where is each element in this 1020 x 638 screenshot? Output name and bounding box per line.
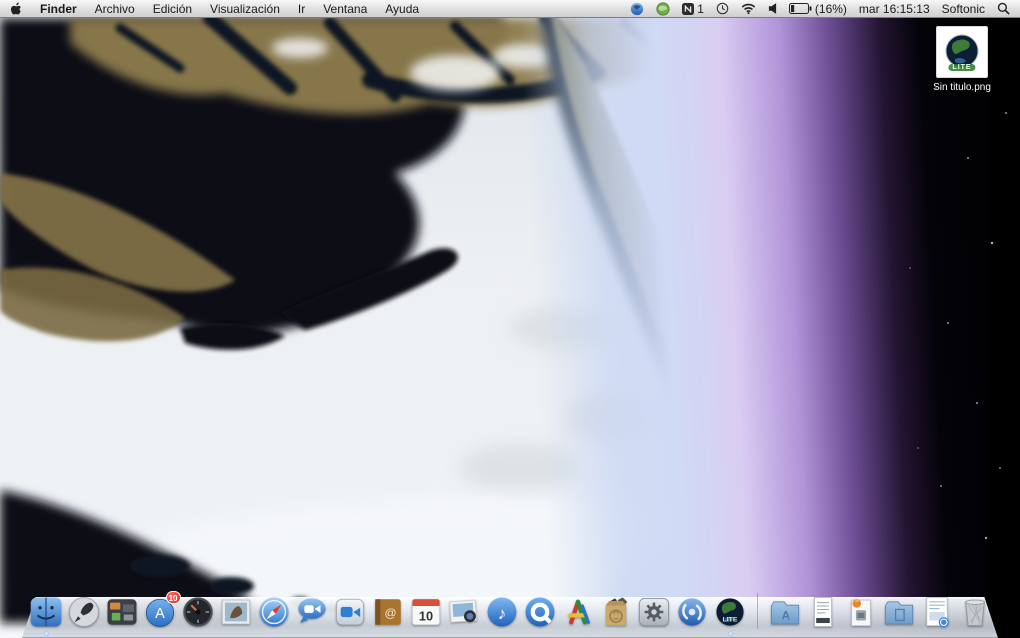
dock-ical-icon[interactable]: 10 <box>409 595 443 629</box>
dock-quicktime-icon[interactable] <box>523 595 557 629</box>
svg-text:A: A <box>155 606 165 622</box>
menu-ventana[interactable]: Ventana <box>314 0 376 18</box>
dock-mail-icon[interactable] <box>219 595 253 629</box>
menu-finder[interactable]: Finder <box>31 0 86 18</box>
file-name: Sin titulo.png <box>933 82 991 93</box>
apple-icon <box>10 2 21 15</box>
status-softonic-menu[interactable]: Softonic <box>942 0 985 18</box>
status-wifi-icon[interactable] <box>741 3 756 14</box>
softonic-menu-text: Softonic <box>941 1 985 16</box>
desktop-file-icon[interactable]: LITE Sin titulo.png <box>918 26 1006 93</box>
dock-colorful-a-app-icon[interactable] <box>561 595 595 629</box>
space <box>988 18 1020 638</box>
atmosphere-glow <box>518 18 1020 638</box>
dock-trash-icon[interactable] <box>958 595 992 629</box>
dock-earthdesk-lite-icon[interactable]: LITE <box>713 595 747 636</box>
dock-system-preferences-icon[interactable] <box>637 595 671 629</box>
file-thumbnail: LITE <box>936 26 988 78</box>
status-green-globe-icon[interactable] <box>656 1 670 16</box>
dock-items: A 10 @10 ♪ LITE A <box>0 591 1020 636</box>
status-clock-icon[interactable] <box>716 2 729 15</box>
lite-badge: LITE <box>948 64 976 71</box>
dock-safari-icon[interactable] <box>257 595 291 629</box>
menu-edición[interactable]: Edición <box>144 0 201 18</box>
apple-menu[interactable] <box>10 2 23 16</box>
running-indicator <box>727 631 733 636</box>
svg-text:LITE: LITE <box>722 616 737 623</box>
dock-facetime-icon[interactable] <box>333 595 367 629</box>
app-extra-icon-text: 1 <box>697 1 704 16</box>
dock-documents-folder-icon[interactable] <box>882 595 916 629</box>
dock-separator <box>756 593 758 629</box>
status-battery-icon[interactable]: (16%) <box>788 0 847 18</box>
status-earthdesk-globe-icon[interactable] <box>630 2 644 16</box>
dock-app-store-icon[interactable]: A 10 <box>143 591 181 629</box>
svg-text:♪: ♪ <box>497 604 506 623</box>
status-volume-icon[interactable] <box>768 3 777 14</box>
running-indicator <box>43 631 49 636</box>
menu-items: Finder Archivo Edición Visualización Ir Venta… <box>31 0 428 17</box>
dock-address-book-icon[interactable]: @ <box>371 595 405 629</box>
menu-visualización[interactable]: Visualización <box>201 0 289 18</box>
menu-archivo[interactable]: Archivo <box>86 0 144 18</box>
dock-applications-folder-icon[interactable]: A <box>768 595 802 629</box>
status-spotlight-icon[interactable] <box>997 2 1010 15</box>
dock-finder-icon[interactable] <box>29 595 63 636</box>
dock-paper-bag-app-icon[interactable] <box>599 595 633 629</box>
app-store-badge: 10 <box>165 591 181 604</box>
battery-icon-text: (16%) <box>814 1 847 16</box>
dock: A 10 @10 ♪ LITE A <box>0 582 1020 638</box>
dock-itunes-icon[interactable]: ♪ <box>485 595 519 629</box>
dock-ichat-icon[interactable] <box>295 595 329 629</box>
status-items: 1 (16%) mar 16:15:13 Softonic <box>630 0 1010 17</box>
menu-ir[interactable]: Ir <box>289 0 314 18</box>
status-app-extra-icon[interactable]: 1 <box>682 0 704 18</box>
menu-bar: Finder Archivo Edición Visualización Ir Venta… <box>0 0 1020 18</box>
status-time-text[interactable]: mar 16:15:13 <box>859 0 930 18</box>
svg-text:@: @ <box>384 606 396 620</box>
dock-mission-control-icon[interactable] <box>105 595 139 629</box>
dock-documents-stack-icon[interactable] <box>806 595 840 629</box>
menu-ayuda[interactable]: Ayuda <box>376 0 428 18</box>
dock-dashboard-icon[interactable] <box>181 595 215 629</box>
svg-text:10: 10 <box>418 609 432 624</box>
wallpaper <box>0 18 1020 638</box>
dock-iphoto-icon[interactable] <box>447 595 481 629</box>
dock-blue-swirl-app-icon[interactable] <box>675 595 709 629</box>
dock-installer-doc-icon[interactable] <box>844 595 878 629</box>
dock-launchpad-icon[interactable] <box>67 595 101 629</box>
desktop: Finder Archivo Edición Visualización Ir Venta… <box>0 0 1020 638</box>
svg-text:A: A <box>781 609 790 623</box>
time-text-text: mar 16:15:13 <box>858 1 930 16</box>
dock-web-document-icon[interactable] <box>920 595 954 629</box>
